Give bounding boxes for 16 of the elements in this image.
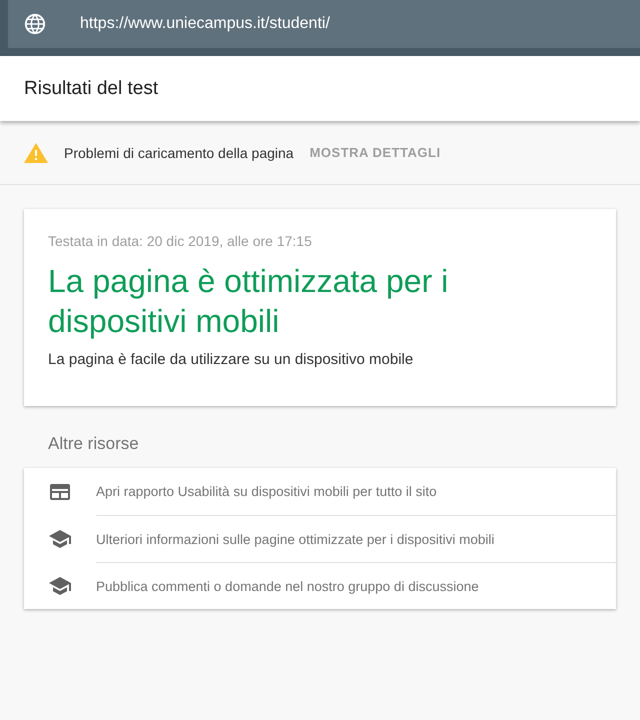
graduation-cap-icon	[49, 530, 71, 548]
result-verdict: La pagina è ottimizzata per i dispositivi mobili	[48, 262, 450, 341]
resource-link[interactable]: Pubblica commenti o domande nel nostro gruppo di discussione	[96, 562, 616, 610]
resource-link[interactable]: Ulteriori informazioni sulle pagine ottimizzate per i dispositivi mobili	[96, 514, 616, 562]
resource-link[interactable]: Apri rapporto Usabilità su dispositivi mobili per tutto il sito	[96, 468, 616, 515]
globe-icon	[24, 13, 46, 35]
result-description: La pagina è facile da utilizzare su un dispositivo mobile	[48, 351, 414, 368]
warning-icon	[24, 142, 48, 162]
page-url: https://www.uniecampus.it/studenti/	[80, 15, 330, 33]
page-title: Risultati del test	[24, 78, 158, 100]
show-details-link[interactable]: MOSTRA DETTAGLI	[310, 145, 441, 160]
test-date: Testata in data: 20 dic 2019, alle ore 17:15	[48, 233, 313, 249]
warning-message: Problemi di caricamento della pagina	[64, 144, 294, 160]
web-layout-icon	[50, 484, 70, 500]
graduation-cap-icon	[49, 576, 71, 594]
section-title: Altre risorse	[48, 434, 140, 454]
